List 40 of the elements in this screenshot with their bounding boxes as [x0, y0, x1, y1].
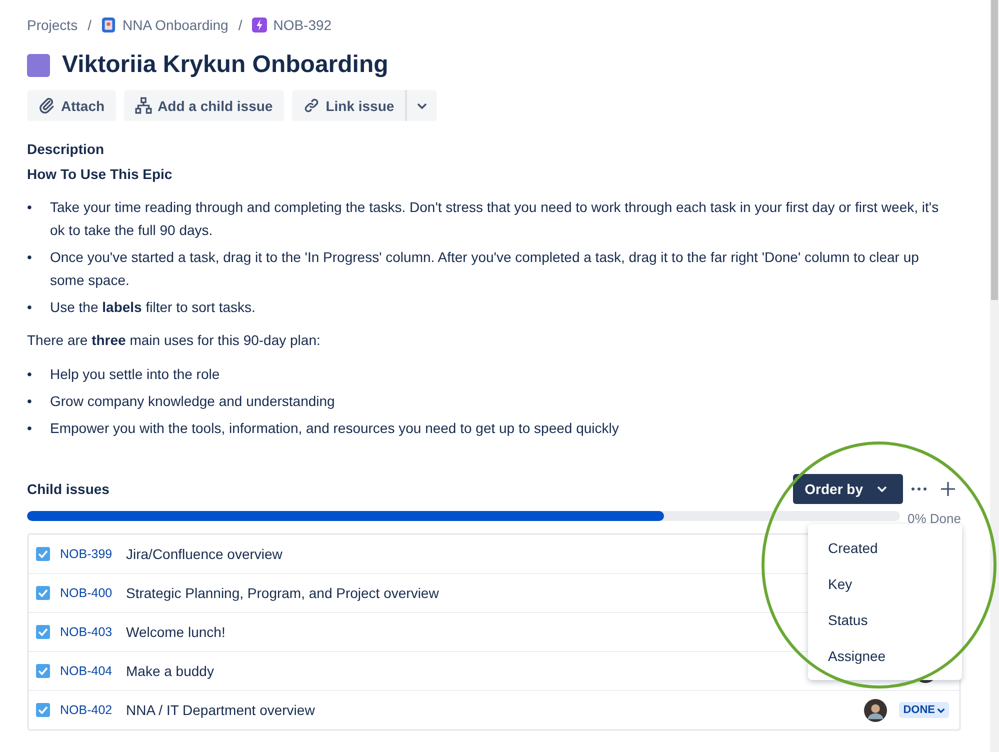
status-dropdown[interactable]: DONE: [899, 702, 949, 718]
bullet-marker: •: [27, 392, 33, 411]
issue-key-link[interactable]: NOB-400: [60, 586, 126, 600]
breadcrumb-separator: /: [88, 17, 92, 33]
bullet-marker: •: [27, 298, 33, 317]
description-heading: How To Use This Epic: [27, 166, 174, 182]
issue-summary: Make a buddy: [126, 663, 214, 679]
section-label: Description: [27, 141, 106, 157]
issue-summary: Jira/Confluence overview: [126, 546, 282, 562]
issue-summary: Welcome lunch!: [126, 624, 226, 640]
issue-summary: Strategic Planning, Program, and Project overview: [126, 585, 439, 601]
bullet-text: Help you settle into the role: [50, 365, 220, 384]
issue-key-link[interactable]: NOB-402: [60, 703, 126, 717]
bullet-text: Empower you with the tools, information, and resources you need to get up to speed quickly: [50, 419, 619, 438]
action-button[interactable]: Add a child issue: [124, 90, 284, 121]
bullet-text: Use the labels filter to sort tasks.: [50, 298, 256, 317]
breadcrumb-link[interactable]: NNA Onboarding: [122, 17, 228, 33]
bullet-text: Once you've started a task, drag it to the 'In Progress' column. After you've completed a task, drag it to the far right 'Done' column to clear up some space.: [50, 248, 920, 290]
action-button[interactable]: Attach: [27, 90, 116, 121]
breadcrumb-link[interactable]: NOB-392: [273, 17, 332, 33]
menu-item[interactable]: Created: [808, 530, 962, 566]
issue-key-link[interactable]: NOB-399: [60, 547, 126, 561]
breadcrumb-separator: /: [238, 17, 242, 33]
progress-label: 0% Done: [908, 510, 961, 526]
bullet-marker: •: [27, 248, 33, 267]
issue-summary: NNA / IT Department overview: [126, 702, 315, 718]
child-issue-row[interactable]: NOB-402 NNA / IT Department overview DONE: [29, 690, 959, 729]
bullet-text: Take your time reading through and completing the tasks. Don't stress that you need to work through each task in your first day or first week, it's ok to take the full 90 days.: [50, 198, 940, 240]
description-paragraph: There are three main uses for this 90-day plan:: [27, 331, 322, 350]
order-by-button[interactable]: Order by: [792, 474, 903, 504]
breadcrumb-link[interactable]: Projects: [27, 17, 78, 33]
issue-key-link[interactable]: NOB-404: [60, 664, 126, 678]
issue-key-link[interactable]: NOB-403: [60, 625, 126, 639]
bullet-text: Grow company knowledge and understanding: [50, 392, 335, 411]
issue-title: Viktoriia Krykun Onboarding: [62, 51, 388, 79]
bullet-marker: •: [27, 419, 33, 438]
action-button[interactable]: Link issue: [292, 90, 408, 121]
section-label: Child issues: [27, 481, 110, 497]
bullet-marker: •: [27, 365, 33, 384]
bullet-marker: •: [27, 198, 33, 217]
